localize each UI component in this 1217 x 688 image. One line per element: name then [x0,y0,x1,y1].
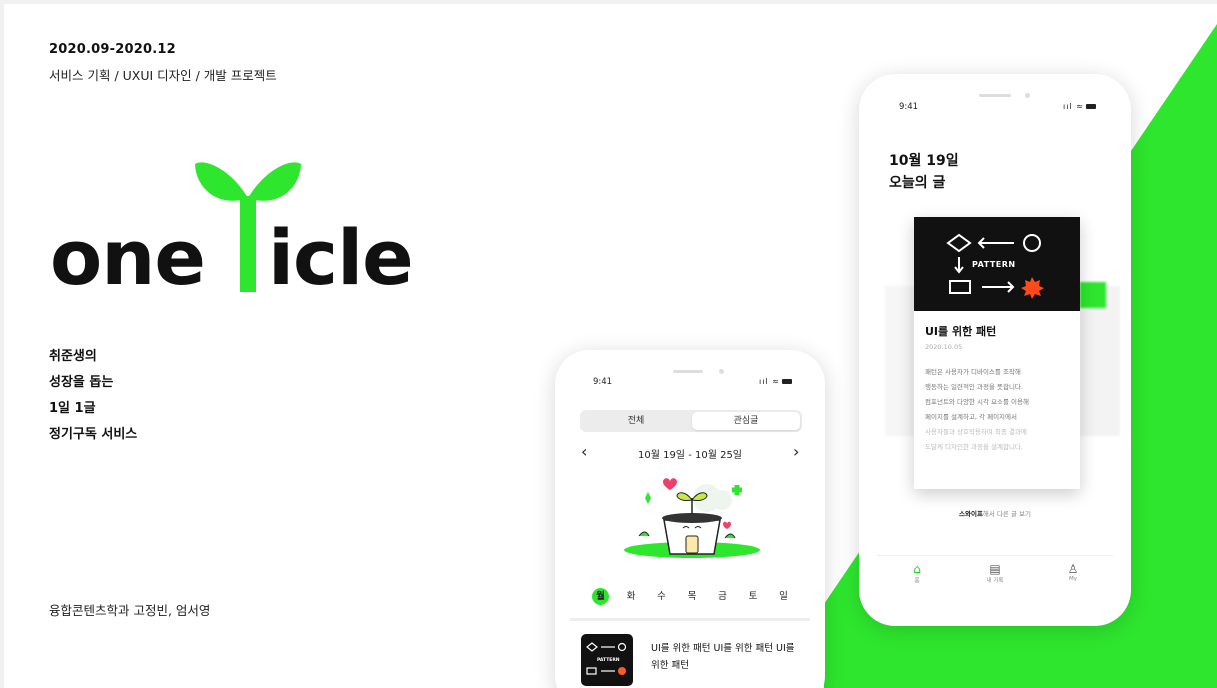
phone-mockup-today: 9:41 ııl ≈ 10월 19일 오늘의 글 PATTERN UI를 위한 … [859,74,1131,626]
speaker-notch [979,94,1011,97]
logo-text-right: icle [268,213,414,302]
plant-pot-illustration [624,478,760,558]
tab-label: 내 기록 [986,578,1004,584]
document-icon: ▤ [989,562,1001,576]
status-time: 9:41 [593,377,613,387]
battery-icon [781,379,792,384]
date-label: 10월 19일 [889,153,959,169]
section-divider [570,618,810,621]
day-sat[interactable]: 토 [745,588,762,605]
article-title: UI를 위한 패턴 [925,325,997,338]
tagline-line: 1일 1글 [49,401,96,416]
day-thu[interactable]: 목 [684,588,701,605]
day-sun[interactable]: 일 [775,588,792,605]
pattern-thumb-label: PATTERN [597,657,620,663]
excerpt-line: 페이지를 설계하고, 각 페이지에서 [925,413,1017,421]
user-icon: ♙ [1067,562,1079,576]
tab-my-records[interactable]: ▤ 내 기록 [975,562,1015,584]
excerpt-line: 도달케 디자인한 과정을 설계합니다. [925,443,1023,451]
pattern-label: PATTERN [972,260,1016,269]
presentation-canvas: 2020.09-2020.12 서비스 기획 / UXUI 디자인 / 개발 프… [4,4,1217,688]
tab-interest[interactable]: 관심글 [692,412,800,430]
article-title[interactable]: UI를 위한 패턴 UI를 위한 패턴 UI를 위한 패턴 [651,640,801,674]
swipe-hint-rest: 해서 다른 글 보기 [982,510,1031,518]
pattern-icon: PATTERN [586,642,627,675]
oneticle-logo: one icle [48,156,448,302]
week-range: 10월 19일 - 10월 25일 [637,450,743,461]
article-card[interactable]: PATTERN UI를 위한 패턴 2020.10.05 패턴은 사용자가 디바… [914,217,1080,489]
tagline-line: 정기구독 서비스 [49,427,138,442]
today-header: 10월 19일 오늘의 글 [889,150,959,194]
excerpt-line: 패턴은 사용자가 디바이스를 조작해 [925,368,1021,376]
excerpt-line: 컴포넌트와 다양한 시각 요소를 이용해 [925,398,1029,406]
camera-dot [719,369,724,374]
today-heading: 오늘의 글 [889,175,946,191]
tab-home[interactable]: ⌂ 홈 [897,562,937,584]
excerpt-line: 행동하는 일련적인 과정을 뜻합니다. [925,383,1023,391]
day-wed[interactable]: 수 [653,588,670,605]
project-period: 2020.09-2020.12 [49,42,176,57]
home-icon: ⌂ [913,562,921,576]
team-credit: 융합콘텐츠학과 고정빈, 엄서영 [49,603,211,618]
tagline-line: 성장을 돕는 [49,375,114,390]
status-time: 9:41 [899,102,919,112]
article-thumbnail[interactable]: PATTERN [581,634,633,686]
tab-label: My [1068,576,1077,582]
tabbar-divider [877,555,1113,556]
status-icons: ııl ≈ [759,377,792,386]
speaker-notch [673,370,703,373]
project-roles: 서비스 기획 / UXUI 디자인 / 개발 프로젝트 [49,68,277,83]
day-mon[interactable]: 월 [592,588,609,605]
article-excerpt: 패턴은 사용자가 디바이스를 조작해 행동하는 일련적인 과정을 뜻합니다. 컴… [925,365,1075,455]
next-card-image [1080,282,1106,308]
tab-all[interactable]: 전체 [582,412,690,430]
camera-dot [1025,93,1030,98]
chevron-right-icon[interactable]: › [793,442,799,461]
day-fri[interactable]: 금 [714,588,731,605]
swipe-hint-bold: 스와이프 [959,510,983,518]
battery-icon [1085,104,1096,109]
segmented-control: 전체 관심글 [580,410,802,432]
excerpt-line: 사용자들과 상호작용하며 최종 결과에 [925,428,1027,436]
day-tue[interactable]: 화 [623,588,640,605]
swipe-hint: 스와이프해서 다른 글 보기 [859,508,1131,518]
logo-text-left: one [50,213,206,302]
status-icons: ııl ≈ [1063,102,1096,111]
next-card-peek[interactable] [1080,286,1120,436]
phone-mockup-weekly: 9:41 ııl ≈ 전체 관심글 ‹ 10월 19일 - 10월 25일 › [555,350,825,688]
weekday-selector: 월 화 수 목 금 토 일 [592,588,792,605]
tab-label: 홈 [914,578,920,584]
tagline: 취준생의 성장을 돕는 1일 1글 정기구독 서비스 [49,344,137,448]
article-image: PATTERN [914,217,1080,311]
tagline-line: 취준생의 [49,349,97,364]
article-date: 2020.10.05 [925,343,963,351]
tab-my[interactable]: ♙ My [1053,562,1093,582]
